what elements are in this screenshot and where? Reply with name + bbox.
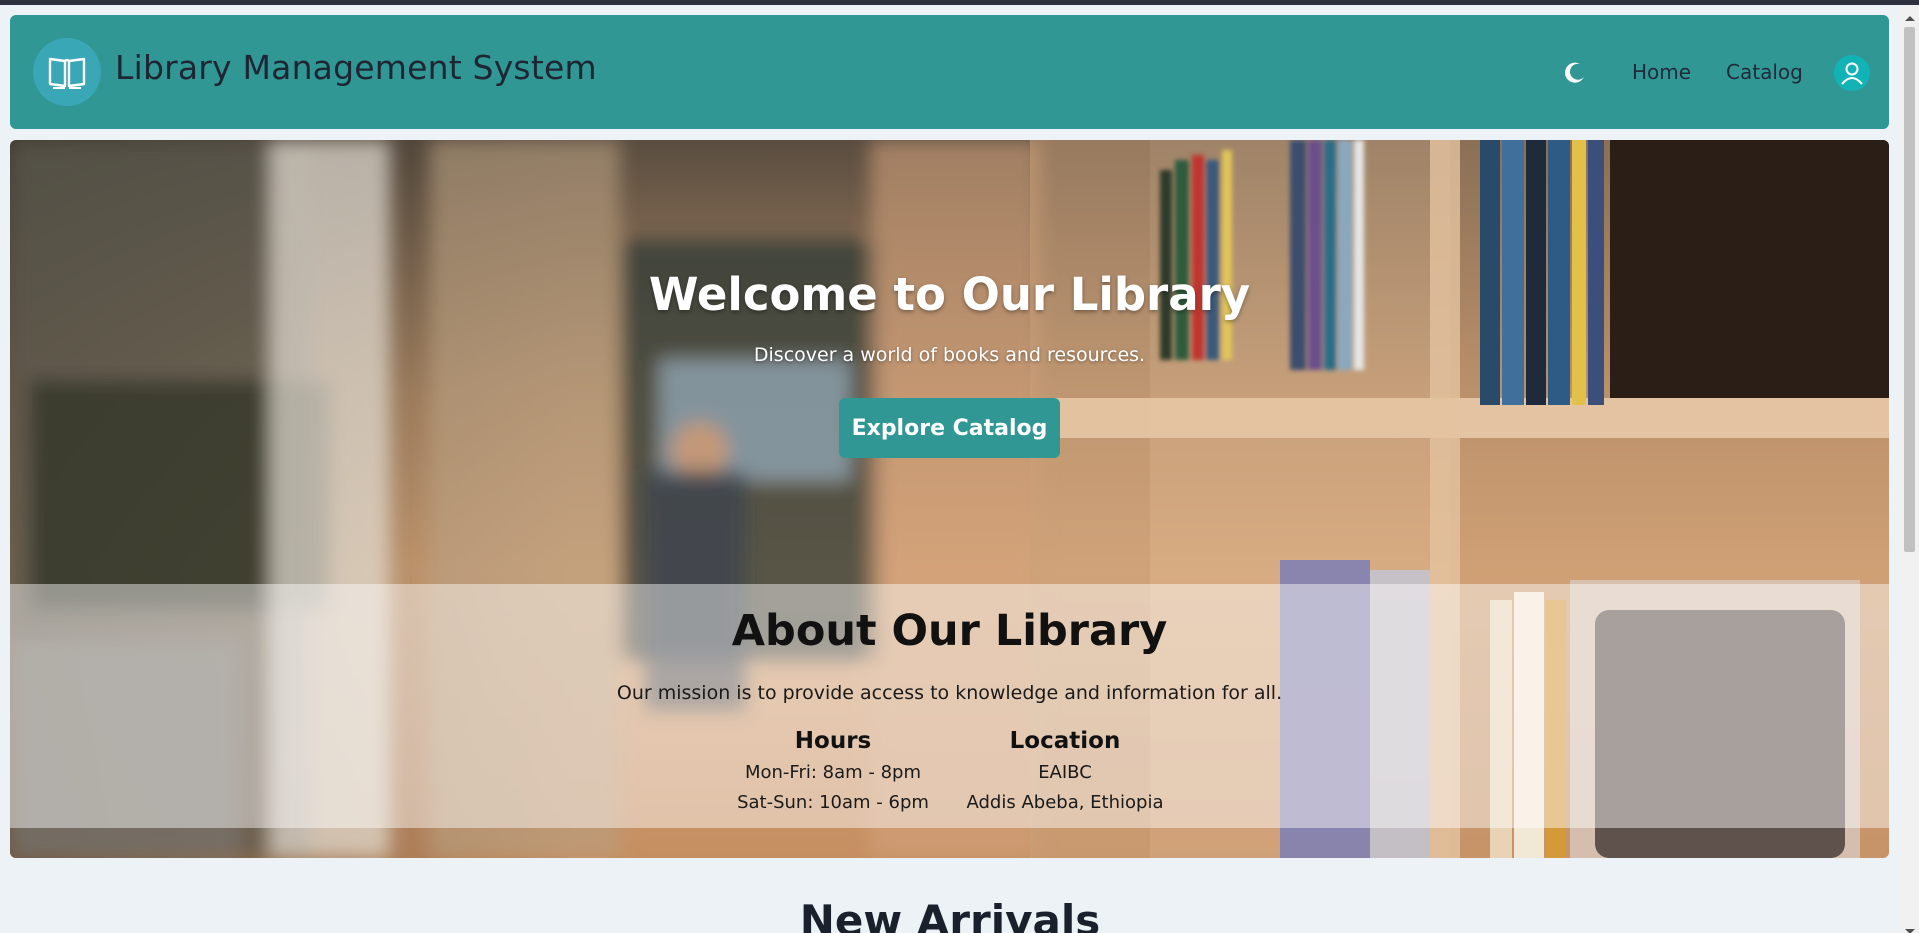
mission-text: Our mission is to provide access to know… [616, 682, 1283, 704]
scroll-thumb[interactable] [1904, 27, 1915, 552]
scroll-down-icon[interactable] [1905, 929, 1915, 933]
hero-subtitle: Discover a world of books and resources. [753, 344, 1146, 366]
new-arrivals-title: New Arrivals [799, 896, 1101, 933]
explore-catalog-button[interactable]: Explore Catalog [839, 398, 1060, 458]
about-title: About Our Library [731, 606, 1168, 656]
location-line: Addis Abeba, Ethiopia [966, 792, 1164, 813]
app-title: Library Management System [115, 48, 597, 87]
hours-heading: Hours [794, 728, 872, 754]
location-heading: Location [1009, 728, 1121, 754]
about-section: About Our Library Our mission is to prov… [10, 584, 1889, 828]
location-line: EAIBC [1038, 762, 1092, 783]
app-header: Library Management System Home Catalog [10, 15, 1889, 129]
nav-home-link[interactable]: Home [1632, 60, 1691, 84]
hours-block: Hours Mon-Fri: 8am - 8pm Sat-Sun: 10am -… [728, 728, 938, 818]
hours-line: Mon-Fri: 8am - 8pm [744, 762, 922, 783]
moon-icon[interactable] [1563, 61, 1587, 85]
open-book-icon[interactable] [33, 38, 101, 106]
browser-top-edge [0, 0, 1919, 5]
user-icon[interactable] [1834, 55, 1870, 91]
hours-line: Sat-Sun: 10am - 6pm [737, 792, 929, 813]
scroll-up-icon[interactable] [1905, 16, 1915, 21]
hero-section: Welcome to Our Library Discover a world … [10, 140, 1889, 858]
page-scrollbar[interactable] [1900, 5, 1919, 933]
location-block: Location EAIBC Addis Abeba, Ethiopia [960, 728, 1170, 818]
nav-catalog-link[interactable]: Catalog [1726, 60, 1803, 84]
hero-title: Welcome to Our Library [648, 268, 1251, 321]
